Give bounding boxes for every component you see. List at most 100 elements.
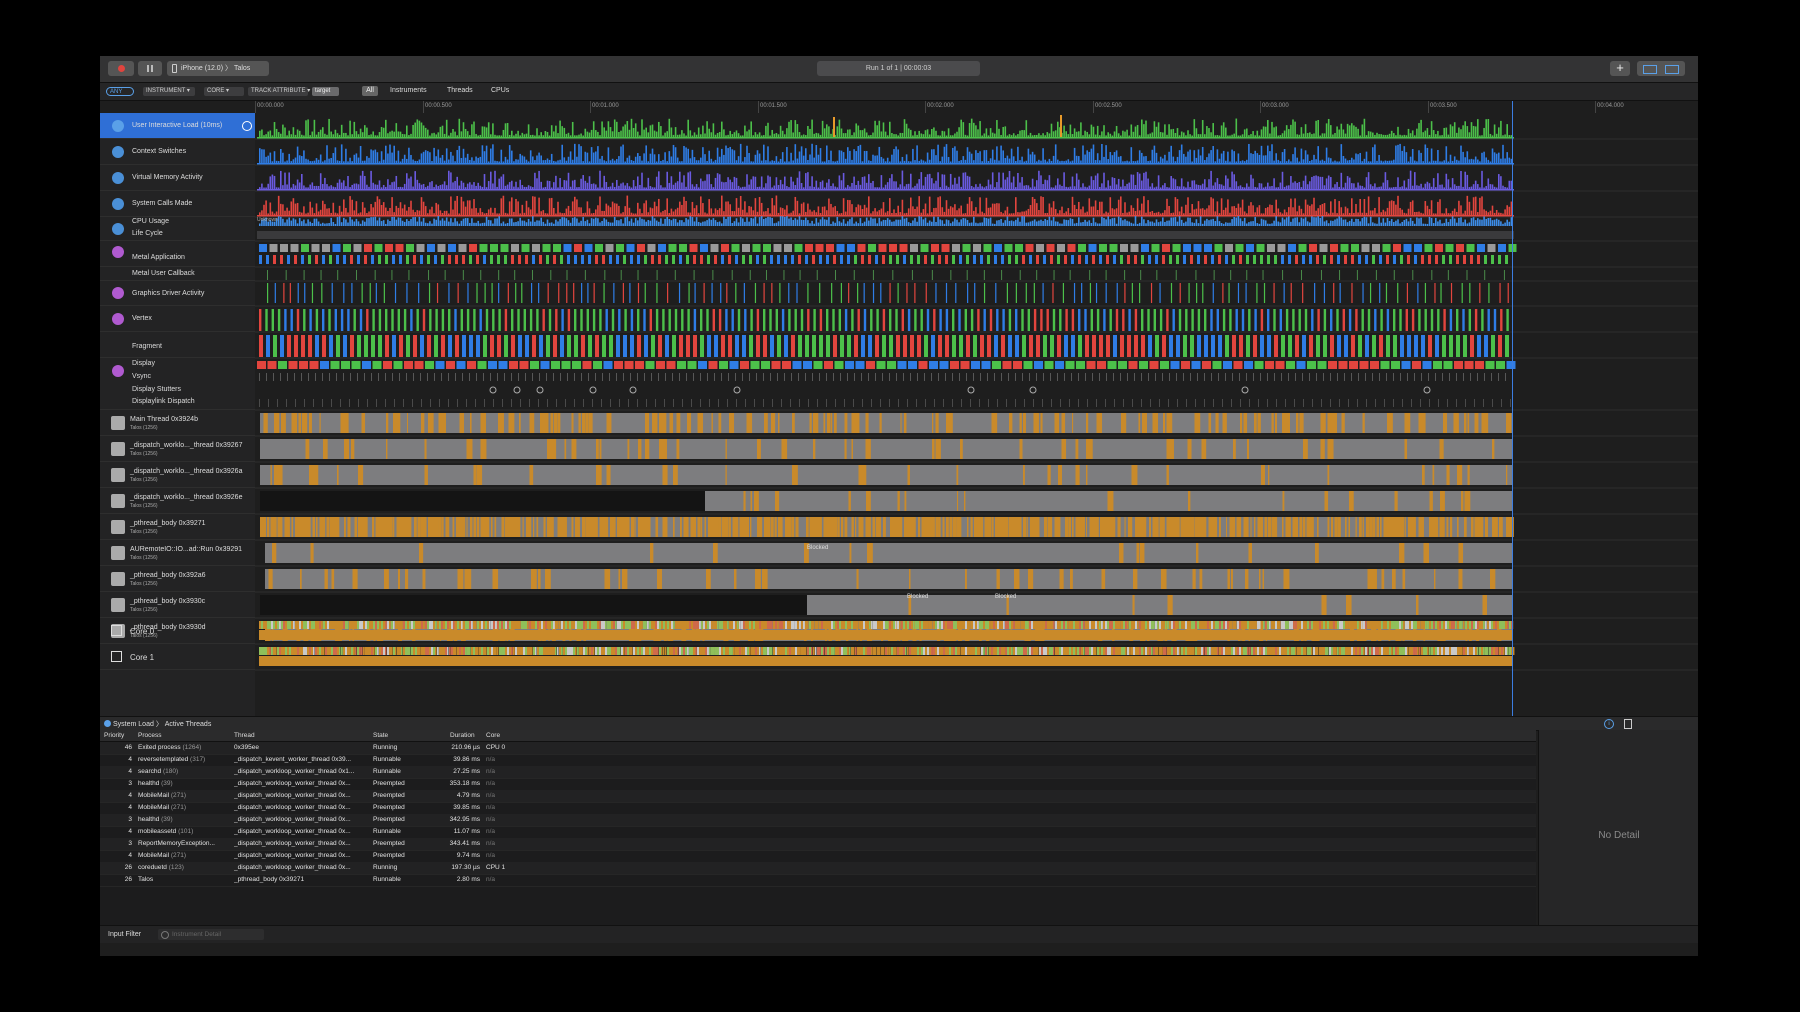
display-frame	[729, 361, 739, 369]
track-thread[interactable]: _pthread_body 0x392a6 Talos (1256)	[100, 566, 255, 592]
add-track-icon[interactable]	[242, 121, 252, 131]
track-metal-application[interactable]: Metal Application	[100, 241, 255, 267]
vsync-tick	[1099, 373, 1100, 381]
track-thread[interactable]: _pthread_body 0x3930c Talos (1256)	[100, 592, 255, 618]
vertex-bar	[926, 309, 930, 331]
histogram-bar	[727, 177, 729, 189]
cpu-usage-bar	[632, 222, 635, 226]
add-instrument-button[interactable]: +	[1610, 61, 1630, 76]
thread-running	[1226, 517, 1228, 537]
segment-instruments[interactable]: Instruments	[390, 86, 427, 96]
pause-button[interactable]	[138, 61, 162, 76]
metal-encoder	[931, 255, 934, 264]
histogram-bar	[418, 183, 421, 189]
histogram-bar	[1294, 198, 1296, 215]
track-label: Vsync	[132, 373, 152, 380]
histogram-bar	[1498, 212, 1500, 215]
cpu-usage-bar	[1073, 223, 1076, 226]
timeline-tracks[interactable]: Unknown Blocked Blocked Blocked	[255, 113, 1698, 716]
metal-frame	[563, 244, 572, 252]
cpu-usage-bar	[1269, 223, 1271, 226]
cpu-usage-bar	[1334, 219, 1336, 226]
track-display[interactable]: Display Vsync Display Stutters Displayli…	[100, 358, 255, 410]
histogram-bar	[960, 205, 962, 215]
histogram-bar	[586, 182, 589, 189]
metal-encoder	[1491, 255, 1494, 264]
histogram-bar	[664, 187, 666, 189]
displaylink-tick	[322, 399, 323, 407]
segment-threads[interactable]: Threads	[447, 86, 473, 96]
cpu-usage-bar	[1225, 222, 1227, 226]
track-core-0[interactable]: Core 0	[100, 618, 255, 644]
track-thread[interactable]: Main Thread 0x3924b Talos (1256)	[100, 410, 255, 436]
metal-frame	[658, 244, 666, 252]
track-vertex[interactable]: Vertex	[100, 306, 255, 332]
track-cpu-lifecycle[interactable]: CPU Usage Life Cycle	[100, 217, 255, 241]
metal-encoder	[1456, 255, 1459, 264]
filter-any-token[interactable]: ANY	[106, 87, 134, 96]
track-context-switches[interactable]: Context Switches	[100, 139, 255, 165]
histogram-bar	[322, 200, 324, 215]
metal-frame	[374, 244, 383, 252]
track-metal-user-callback[interactable]: Metal User Callback	[100, 267, 255, 281]
track-fragment[interactable]: Fragment	[100, 332, 255, 358]
histogram-bar	[842, 198, 845, 215]
histogram-bar	[1065, 186, 1067, 189]
view-toggle[interactable]	[1637, 61, 1685, 76]
filter-core-token[interactable]: CORE ▾	[204, 87, 244, 96]
metal-encoder	[1232, 255, 1235, 264]
thread-running	[683, 517, 688, 537]
histogram-bar	[1015, 197, 1017, 215]
histogram-bar	[1208, 205, 1210, 215]
target-device-selector[interactable]: iPhone (12.0) 〉 Talos	[167, 61, 269, 76]
histogram-bar	[1143, 196, 1145, 215]
vertex-bar	[271, 309, 274, 331]
histogram-bar	[788, 187, 790, 189]
display-frame	[572, 361, 581, 369]
cpu-usage-bar	[899, 219, 902, 226]
inspector-pane-icon[interactable]	[1665, 65, 1679, 74]
track-system-calls[interactable]: System Calls Made	[100, 191, 255, 217]
metal-encoder	[959, 255, 962, 264]
histogram-bar	[418, 120, 421, 137]
histogram-bar	[1264, 208, 1267, 215]
cpu-usage-bar	[513, 222, 515, 226]
filter-instrument-token[interactable]: INSTRUMENT ▾	[143, 87, 195, 96]
track-thread[interactable]: _dispatch_worklo..._thread 0x3926a Talos …	[100, 462, 255, 488]
record-button[interactable]	[108, 61, 134, 76]
thread-running	[792, 465, 796, 485]
histogram-bar	[670, 208, 673, 215]
track-user-interactive-load[interactable]: User Interactive Load (10ms)	[100, 113, 255, 139]
thread-running	[309, 413, 312, 433]
histogram-bar	[620, 213, 622, 215]
thread-running	[904, 413, 907, 433]
histogram-bar	[303, 185, 305, 189]
filter-target-token[interactable]: target	[312, 87, 339, 96]
track-thread[interactable]: AURemoteIO::IO...ad::Run 0x39291 Talos (1…	[100, 540, 255, 566]
detail-pane-icon[interactable]	[1643, 65, 1657, 74]
track-thread[interactable]: _dispatch_worklo..._thread 0x3926e Talos …	[100, 488, 255, 514]
histogram-bar	[1411, 200, 1414, 215]
histogram-bar	[1296, 157, 1298, 163]
segment-all[interactable]: All	[362, 86, 378, 96]
display-frame	[1454, 361, 1463, 369]
histogram-bar	[1338, 129, 1340, 137]
track-thread[interactable]: _pthread_body 0x39271 Talos (1256)	[100, 514, 255, 540]
track-graphics-driver[interactable]: Graphics Driver Activity	[100, 281, 255, 306]
metal-encoder	[1253, 255, 1256, 264]
histogram-bar	[462, 182, 465, 189]
histogram-bar	[865, 132, 868, 137]
track-virtual-memory[interactable]: Virtual Memory Activity	[100, 165, 255, 191]
vertex-bar	[410, 309, 413, 331]
histogram-bar	[523, 186, 526, 189]
track-thread[interactable]: _dispatch_worklo..._thread 0x39267 Talos …	[100, 436, 255, 462]
thread-running	[526, 517, 530, 537]
filter-track-attribute-token[interactable]: TRACK ATTRIBUTE ▾	[248, 87, 310, 96]
histogram-bar	[1222, 185, 1225, 189]
histogram-bar	[723, 211, 725, 215]
histogram-bar	[1428, 183, 1431, 189]
cpu-usage-bar	[876, 223, 878, 226]
track-core-1[interactable]: Core 1	[100, 644, 255, 670]
histogram-bar	[557, 187, 559, 189]
segment-cpus[interactable]: CPUs	[491, 86, 509, 96]
